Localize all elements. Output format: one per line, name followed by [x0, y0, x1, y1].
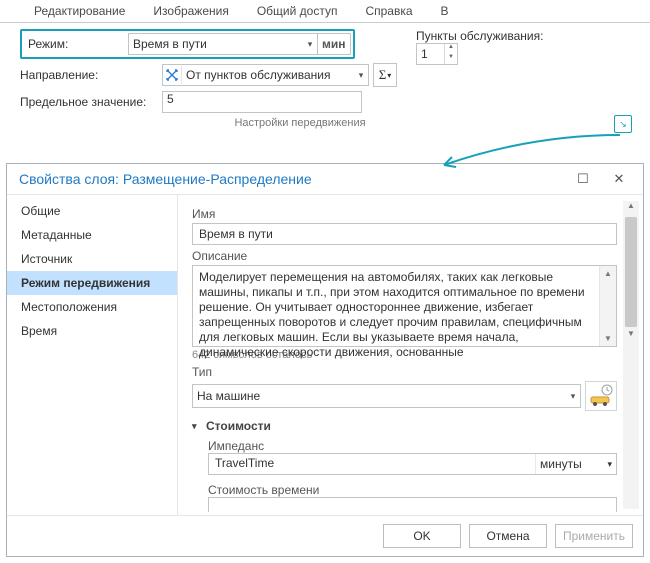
chevron-down-icon: ▾ — [566, 391, 580, 402]
layer-properties-dialog: Свойства слоя: Размещение-Распределение … — [6, 163, 644, 557]
time-cost-label: Стоимость времени — [208, 483, 617, 497]
chevron-down-icon: ▾ — [607, 459, 612, 470]
sidebar-item-locations[interactable]: Местоположения — [7, 295, 177, 319]
direction-label: Направление: — [20, 68, 162, 82]
description-text: Моделирует перемещения на автомобилях, т… — [199, 270, 610, 360]
service-points-label: Пункты обслуживания: — [416, 29, 543, 43]
chevron-down-icon: ▾ — [354, 70, 368, 81]
description-label: Описание — [192, 249, 617, 263]
dialog-button-bar: OK Отмена Применить — [7, 515, 643, 556]
tab-help[interactable]: Справка — [351, 2, 426, 22]
description-textarea[interactable]: Моделирует перемещения на автомобилях, т… — [192, 265, 617, 347]
up-arrow-icon: ▲ — [623, 201, 639, 215]
ribbon-tabs: Редактирование Изображения Общий доступ … — [0, 0, 650, 23]
scrollbar-thumb[interactable] — [625, 217, 637, 327]
sidebar-item-metadata[interactable]: Метаданные — [7, 223, 177, 247]
ribbon-group-caption: Настройки передвижения — [20, 117, 640, 129]
close-button[interactable]: ✕ — [601, 171, 637, 187]
impedance-units-value: минуты — [540, 457, 582, 471]
up-arrow-icon: ▲ — [445, 44, 457, 54]
down-arrow-icon: ▼ — [623, 329, 639, 343]
type-vehicle-icon[interactable] — [585, 381, 617, 411]
type-combo[interactable]: На машине ▾ — [192, 384, 581, 408]
impedance-combo[interactable]: TravelTime минуты ▾ — [208, 453, 617, 475]
limit-input[interactable]: 5 — [162, 91, 362, 113]
tab-share[interactable]: Общий доступ — [243, 2, 352, 22]
mode-combo-value: Время в пути — [129, 37, 303, 51]
limit-label: Предельное значение: — [20, 95, 162, 109]
mode-unit-button[interactable]: мин — [317, 33, 351, 55]
type-label: Тип — [192, 365, 617, 379]
dialog-sidebar: Общие Метаданные Источник Режим передвиж… — [7, 195, 178, 515]
mode-highlight: Режим: Время в пути ▾ мин — [20, 29, 355, 59]
description-scrollbar[interactable]: ▲ ▼ — [599, 266, 616, 346]
costs-header-label: Стоимости — [206, 419, 271, 433]
maximize-icon: ☐ — [577, 171, 589, 186]
service-points-spinner[interactable]: 1 ▲ ▼ — [416, 43, 458, 65]
launcher-icon: ↘ — [619, 119, 627, 130]
up-arrow-icon: ▲ — [600, 266, 616, 281]
tab-images[interactable]: Изображения — [139, 2, 242, 22]
content-scrollbar[interactable]: ▲ ▼ — [623, 201, 639, 509]
down-arrow-icon: ▼ — [445, 54, 457, 64]
sidebar-item-general[interactable]: Общие — [7, 199, 177, 223]
impedance-value: TravelTime — [209, 454, 535, 474]
accumulate-sigma-button[interactable]: Σ▾ — [373, 63, 397, 87]
chevron-down-icon: ▾ — [303, 39, 317, 50]
ribbon-panel: Режим: Время в пути ▾ мин Направление: О… — [0, 23, 650, 133]
maximize-button[interactable]: ☐ — [565, 171, 601, 187]
sidebar-item-travel-mode[interactable]: Режим передвижения — [7, 271, 177, 295]
direction-combo[interactable]: От пунктов обслуживания ▾ — [162, 64, 369, 86]
costs-section-header[interactable]: ▾ Стоимости — [192, 419, 617, 433]
chevron-down-icon: ▾ — [192, 421, 206, 432]
type-combo-value: На машине — [193, 389, 566, 403]
down-arrow-icon: ▼ — [600, 331, 616, 346]
tab-truncated[interactable]: В — [427, 2, 463, 22]
sigma-icon: Σ — [379, 67, 387, 83]
impedance-units-combo[interactable]: минуты ▾ — [535, 454, 616, 474]
name-label: Имя — [192, 207, 617, 221]
name-input[interactable]: Время в пути — [192, 223, 617, 245]
service-points-value: 1 — [417, 44, 444, 64]
direction-combo-value: От пунктов обслуживания — [182, 68, 354, 82]
sidebar-item-time[interactable]: Время — [7, 319, 177, 343]
spinner-arrows[interactable]: ▲ ▼ — [444, 44, 457, 64]
direction-away-icon — [163, 66, 182, 84]
sidebar-item-source[interactable]: Источник — [7, 247, 177, 271]
impedance-label: Импеданс — [208, 439, 617, 453]
service-points-group: Пункты обслуживания: 1 ▲ ▼ — [416, 29, 543, 65]
mode-label: Режим: — [24, 37, 128, 51]
dialog-title: Свойства слоя: Размещение-Распределение — [19, 171, 565, 187]
tab-edit[interactable]: Редактирование — [20, 2, 139, 22]
mode-combo[interactable]: Время в пути ▾ — [128, 33, 318, 55]
dialog-content: Имя Время в пути Описание Моделирует пер… — [178, 195, 643, 515]
time-cost-combo[interactable] — [208, 497, 617, 512]
callout-arrow — [0, 133, 650, 163]
close-icon: ✕ — [614, 171, 625, 186]
